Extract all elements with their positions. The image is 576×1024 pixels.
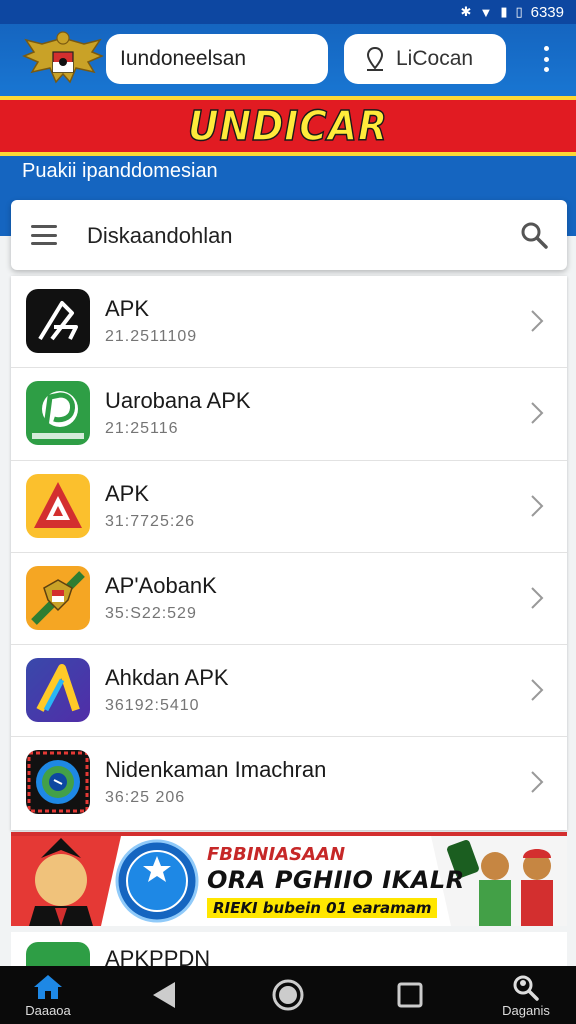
- garuda-badge-icon: [26, 565, 90, 630]
- app-name: Ahkdan APK: [105, 665, 229, 691]
- black-abstract-a-icon: [26, 289, 90, 353]
- recents-square-icon: [397, 982, 423, 1008]
- list-item[interactable]: Uarobana APK 21:25116: [11, 368, 567, 461]
- hamburger-menu-icon[interactable]: [31, 225, 57, 245]
- yellow-red-a-icon: [26, 473, 90, 538]
- app-name: Uarobana APK: [105, 388, 251, 414]
- ad-line2: ORA PGHIIO IKALR: [207, 866, 465, 894]
- nav-back-button[interactable]: [142, 966, 186, 1024]
- more-options-icon[interactable]: [534, 42, 558, 76]
- home-icon: [34, 974, 62, 999]
- list-item[interactable]: Nidenkaman Imachran 36:25 206: [11, 737, 567, 829]
- search-bar[interactable]: Diskaandohlan: [11, 200, 567, 270]
- nav-search-button[interactable]: Daganis: [494, 966, 558, 1024]
- app-meta: 31:7725:26: [105, 512, 196, 530]
- chevron-right-icon: [531, 587, 544, 609]
- list-item[interactable]: Ahkdan APK 36192:5410: [11, 645, 567, 738]
- status-time: 6339: [530, 3, 564, 21]
- app-meta: 36:25 206: [105, 789, 186, 807]
- banner-title: UNDICAR UNARAOEBIAA: [187, 101, 388, 151]
- app-name: APK: [105, 296, 150, 321]
- location-button[interactable]: LiCocan: [344, 34, 506, 84]
- list-item[interactable]: AP'AobanK 35:S22:529: [11, 553, 567, 646]
- app-name: APK: [105, 480, 150, 506]
- chevron-right-icon: [531, 402, 544, 425]
- blue-a-icon: [26, 658, 90, 723]
- search-input[interactable]: Diskaandohlan: [87, 223, 233, 249]
- header-banner: UNDICAR UNARAOEBIAA: [0, 96, 576, 156]
- wifi-icon: ▼: [479, 4, 493, 20]
- app-meta: 36192:5410: [105, 697, 200, 715]
- status-bar: ✱ ▼ ▮ ▯ 6339: [0, 0, 576, 24]
- chevron-right-icon: [531, 310, 544, 332]
- chevron-right-icon: [531, 494, 544, 517]
- list-item[interactable]: APK 31:7725:26: [11, 461, 567, 553]
- chevron-right-icon: [531, 771, 544, 794]
- app-list: APK 21.2511109 Uarobana APK 21:25116 APK…: [11, 276, 567, 830]
- top-bar: Iundoneelsan LiCocan: [0, 24, 576, 96]
- search-person-icon: [513, 975, 539, 1001]
- search-icon[interactable]: [519, 220, 549, 250]
- battery-icon: ▯: [515, 4, 523, 19]
- location-pin-icon: [366, 46, 384, 71]
- nav-home-button[interactable]: Daaaoa: [20, 966, 76, 1024]
- chevron-right-icon: [531, 679, 544, 701]
- app-meta: 21:25116: [105, 420, 179, 438]
- green-circle-icon: [26, 750, 90, 815]
- nav-home-label: Daaaoa: [25, 1002, 71, 1018]
- nav-recents-button[interactable]: [388, 966, 432, 1024]
- location-button-label: LiCocan: [396, 47, 474, 70]
- location-input[interactable]: Iundoneelsan: [106, 34, 328, 84]
- nav-home-circle-button[interactable]: [266, 966, 310, 1024]
- nav-right-label: Daganis: [502, 1002, 550, 1018]
- app-name: Nidenkaman Imachran: [105, 757, 327, 783]
- ad-line1: FBBINIASAAN: [207, 844, 346, 865]
- app-meta: 21.2511109: [105, 328, 198, 345]
- home-circle-icon: [272, 979, 304, 1011]
- back-triangle-icon: [153, 982, 175, 1008]
- page-subtitle: Puakii ipanddomesian: [22, 160, 218, 182]
- navigation-bar: Daaaoa Daganis: [0, 966, 576, 1024]
- app-meta: 35:S22:529: [105, 604, 197, 622]
- green-p-icon: [26, 381, 90, 446]
- list-item[interactable]: APK 21.2511109: [11, 276, 567, 369]
- ad-line3: RIEKI bubein 01 earamam: [207, 898, 438, 918]
- ad-banner[interactable]: FBBINIASAAN ORA PGHIIO IKALR RIEKI bubei…: [11, 832, 567, 926]
- signal-icon: ▮: [500, 4, 508, 19]
- app-name: AP'AobanK: [105, 572, 217, 598]
- location-input-value: Iundoneelsan: [120, 47, 247, 70]
- bluetooth-icon: ✱: [460, 4, 472, 19]
- garuda-emblem-icon: [22, 31, 104, 84]
